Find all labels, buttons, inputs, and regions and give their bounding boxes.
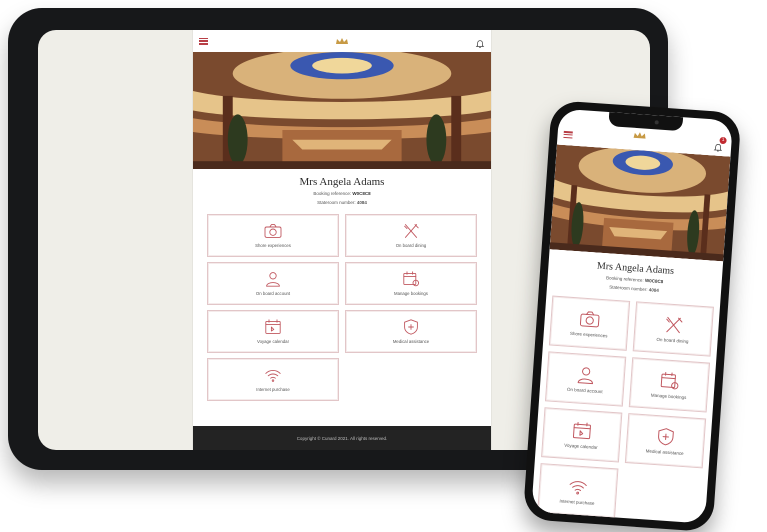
wifi-icon xyxy=(263,367,283,383)
menu-grid: Shore experiences On board dining On boa… xyxy=(193,208,491,401)
tile-manage-bookings[interactable]: Manage bookings xyxy=(628,357,711,413)
camera-icon xyxy=(578,309,601,328)
tile-on-board-dining[interactable]: On board dining xyxy=(345,214,477,257)
cunard-logo[interactable] xyxy=(335,37,349,46)
tile-internet-purchase[interactable]: Internet purchase xyxy=(537,463,619,519)
cutlery-icon xyxy=(662,315,685,334)
cunard-logo[interactable] xyxy=(632,131,647,141)
stateroom-number: Stateroom number: 4084 xyxy=(317,200,367,205)
guest-name: Mrs Angela Adams xyxy=(299,176,385,188)
notification-badge: 1 xyxy=(719,136,727,145)
notification-bell-icon[interactable] xyxy=(475,36,485,46)
calendar-icon xyxy=(263,319,283,335)
tablet-app: Mrs Angela Adams Booking reference: W0C8… xyxy=(193,30,491,450)
hamburger-menu-icon[interactable] xyxy=(199,37,208,45)
tile-internet-purchase[interactable]: Internet purchase xyxy=(207,358,339,401)
medical-shield-icon xyxy=(654,427,677,446)
medical-shield-icon xyxy=(401,319,421,335)
app-header xyxy=(193,30,491,52)
ship-atrium-image xyxy=(550,144,731,261)
wifi-icon xyxy=(567,477,590,496)
tile-on-board-account[interactable]: On board account xyxy=(207,262,339,305)
ship-atrium-image xyxy=(193,52,491,169)
tile-medical-assistance[interactable]: Medical assistance xyxy=(624,413,707,469)
tile-on-board-dining[interactable]: On board dining xyxy=(632,301,714,357)
user-icon xyxy=(574,365,597,384)
tile-on-board-account[interactable]: On board account xyxy=(544,351,627,407)
crown-logo-icon xyxy=(335,37,349,45)
calendar-settings-icon xyxy=(658,371,681,390)
phone-device: 1 Mrs Angela Adams Booking reference: W0… xyxy=(522,100,742,532)
tile-voyage-calendar[interactable]: Voyage calendar xyxy=(207,310,339,353)
booking-reference: Booking reference: W0C8C8 xyxy=(313,191,371,196)
phone-screen: 1 Mrs Angela Adams Booking reference: W0… xyxy=(531,108,733,524)
menu-grid: Shore experiences On board dining On boa… xyxy=(531,287,720,524)
guest-profile: Mrs Angela Adams Booking reference: W0C8… xyxy=(193,169,491,208)
hamburger-menu-icon[interactable] xyxy=(563,130,573,139)
copyright-footer: Copyright © Cunard 2021. All rights rese… xyxy=(193,426,491,450)
tile-manage-bookings[interactable]: Manage bookings xyxy=(345,262,477,305)
tile-shore-experiences[interactable]: Shore experiences xyxy=(548,295,631,351)
tile-voyage-calendar[interactable]: Voyage calendar xyxy=(541,407,623,463)
crown-logo-icon xyxy=(632,131,647,140)
user-icon xyxy=(263,271,283,287)
camera-icon xyxy=(263,223,283,239)
notification-bell-icon[interactable]: 1 xyxy=(713,136,727,150)
calendar-icon xyxy=(570,421,593,440)
cutlery-icon xyxy=(401,223,421,239)
tile-medical-assistance[interactable]: Medical assistance xyxy=(345,310,477,353)
calendar-settings-icon xyxy=(401,271,421,287)
tile-shore-experiences[interactable]: Shore experiences xyxy=(207,214,339,257)
